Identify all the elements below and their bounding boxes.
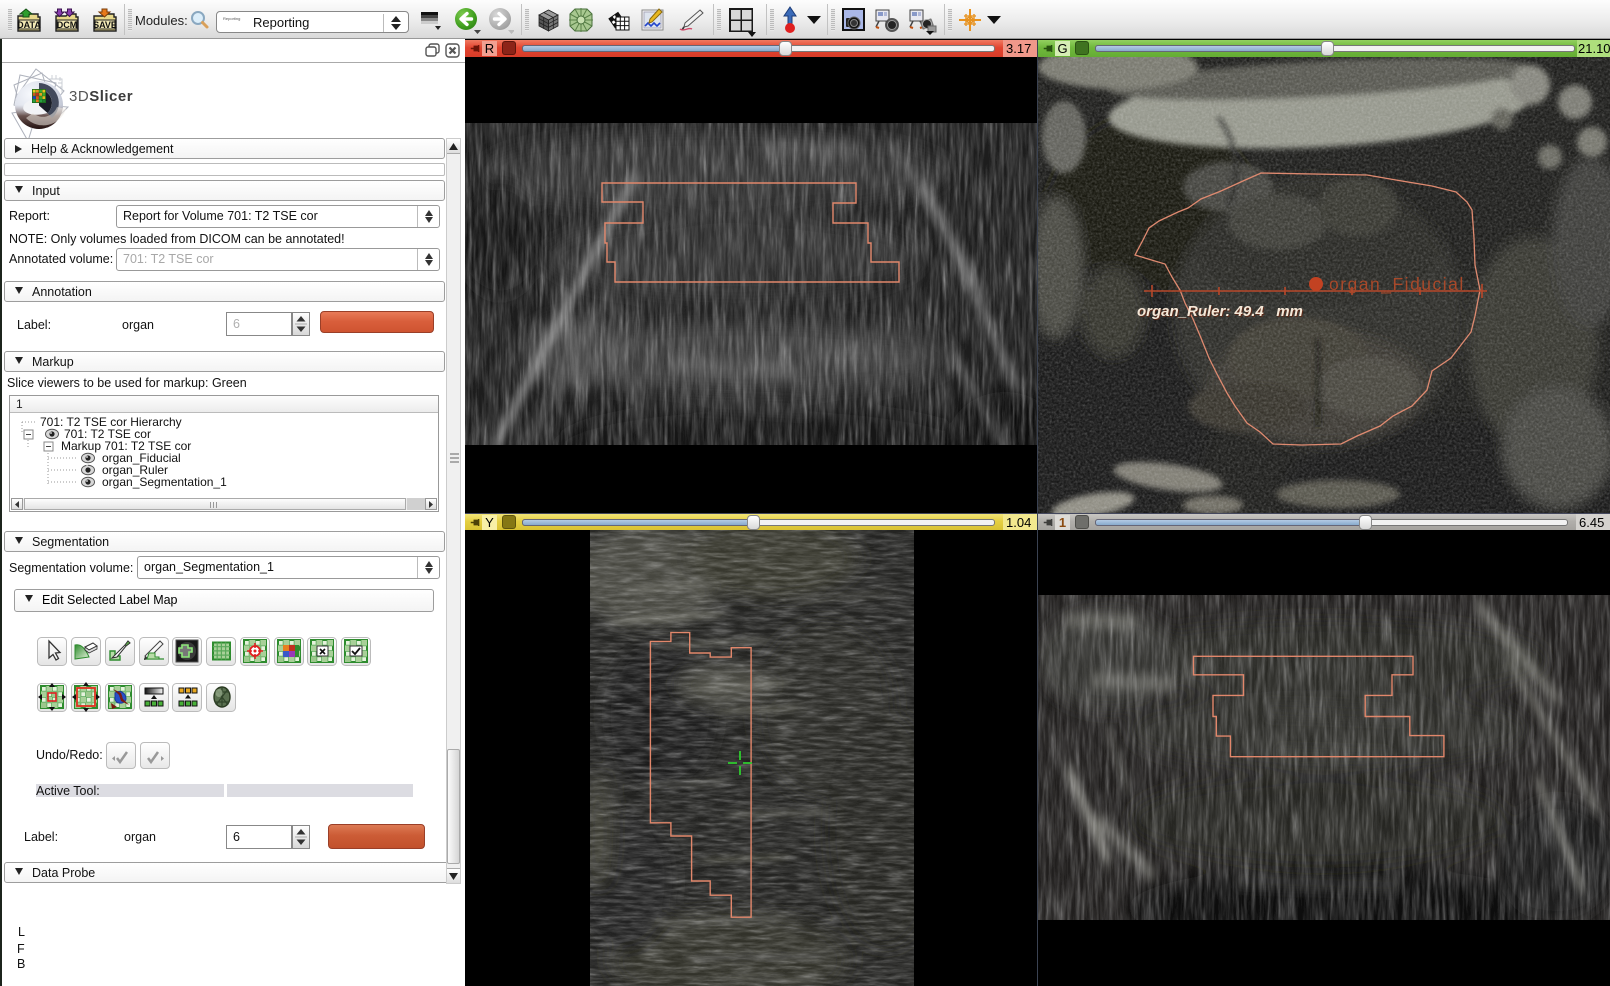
svg-text:DATA: DATA bbox=[17, 20, 41, 30]
svg-text:DCM: DCM bbox=[57, 20, 78, 30]
svg-text:organ_Fiducial: organ_Fiducial bbox=[1329, 274, 1465, 295]
svg-text:organ_Segmentation_1: organ_Segmentation_1 bbox=[102, 475, 227, 489]
svg-text:organ_Ruler: 49.4 mm: organ_Ruler: 49.4 mm bbox=[1137, 303, 1303, 320]
svg-text:SAVE: SAVE bbox=[93, 20, 117, 30]
